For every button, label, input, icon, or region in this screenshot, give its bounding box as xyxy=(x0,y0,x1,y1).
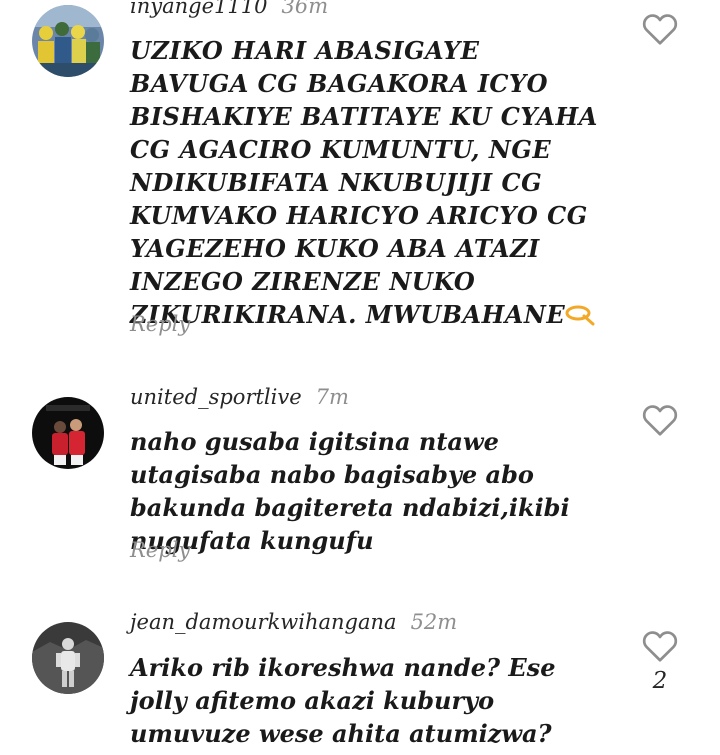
reply-button[interactable]: Reply xyxy=(130,538,190,562)
like-button[interactable] xyxy=(642,403,678,437)
comment-text: naho gusaba igitsina ntawe utagisaba nab… xyxy=(130,427,570,555)
timestamp: 7m xyxy=(315,385,349,409)
comment-text: Ariko rib ikoreshwa nande? Ese jolly afi… xyxy=(130,653,556,748)
like-button[interactable] xyxy=(642,629,678,663)
avatar[interactable] xyxy=(32,622,104,694)
person-standing-avatar-icon xyxy=(32,622,104,694)
timestamp: 36m xyxy=(281,0,329,18)
username[interactable]: united_sportlive xyxy=(130,385,302,409)
avatar[interactable] xyxy=(32,5,104,77)
username[interactable]: jean_damourkwihangana xyxy=(130,610,397,634)
comment-meta: inyange1110 36m xyxy=(130,0,328,18)
comment-1: inyange1110 36m UZIKO HARI ABASIGAYE BAVU… xyxy=(0,0,720,350)
football-players-avatar-icon xyxy=(32,397,104,469)
comment-meta: jean_damourkwihangana 52m xyxy=(130,610,457,634)
ring-emoji-icon xyxy=(565,301,595,334)
crowd-photo-avatar-icon xyxy=(32,5,104,77)
comment-2: united_sportlive 7m naho gusaba igitsina … xyxy=(0,380,720,590)
comment-3: jean_damourkwihangana 52m Ariko rib ikore… xyxy=(0,606,720,755)
reply-button[interactable]: Reply xyxy=(130,312,190,336)
comment-body: UZIKO HARI ABASIGAYE BAVUGA CG BAGAKORA … xyxy=(130,36,598,329)
heart-icon xyxy=(642,405,678,436)
comment-meta: united_sportlive 7m xyxy=(130,385,349,409)
like-count: 2 xyxy=(652,668,668,694)
heart-icon xyxy=(642,631,678,662)
comment-text: UZIKO HARI ABASIGAYE BAVUGA CG BAGAKORA … xyxy=(130,34,605,334)
heart-icon xyxy=(642,14,678,45)
like-button[interactable] xyxy=(642,12,678,46)
avatar[interactable] xyxy=(32,397,104,469)
username[interactable]: inyange1110 xyxy=(130,0,267,18)
timestamp: 52m xyxy=(410,610,458,634)
